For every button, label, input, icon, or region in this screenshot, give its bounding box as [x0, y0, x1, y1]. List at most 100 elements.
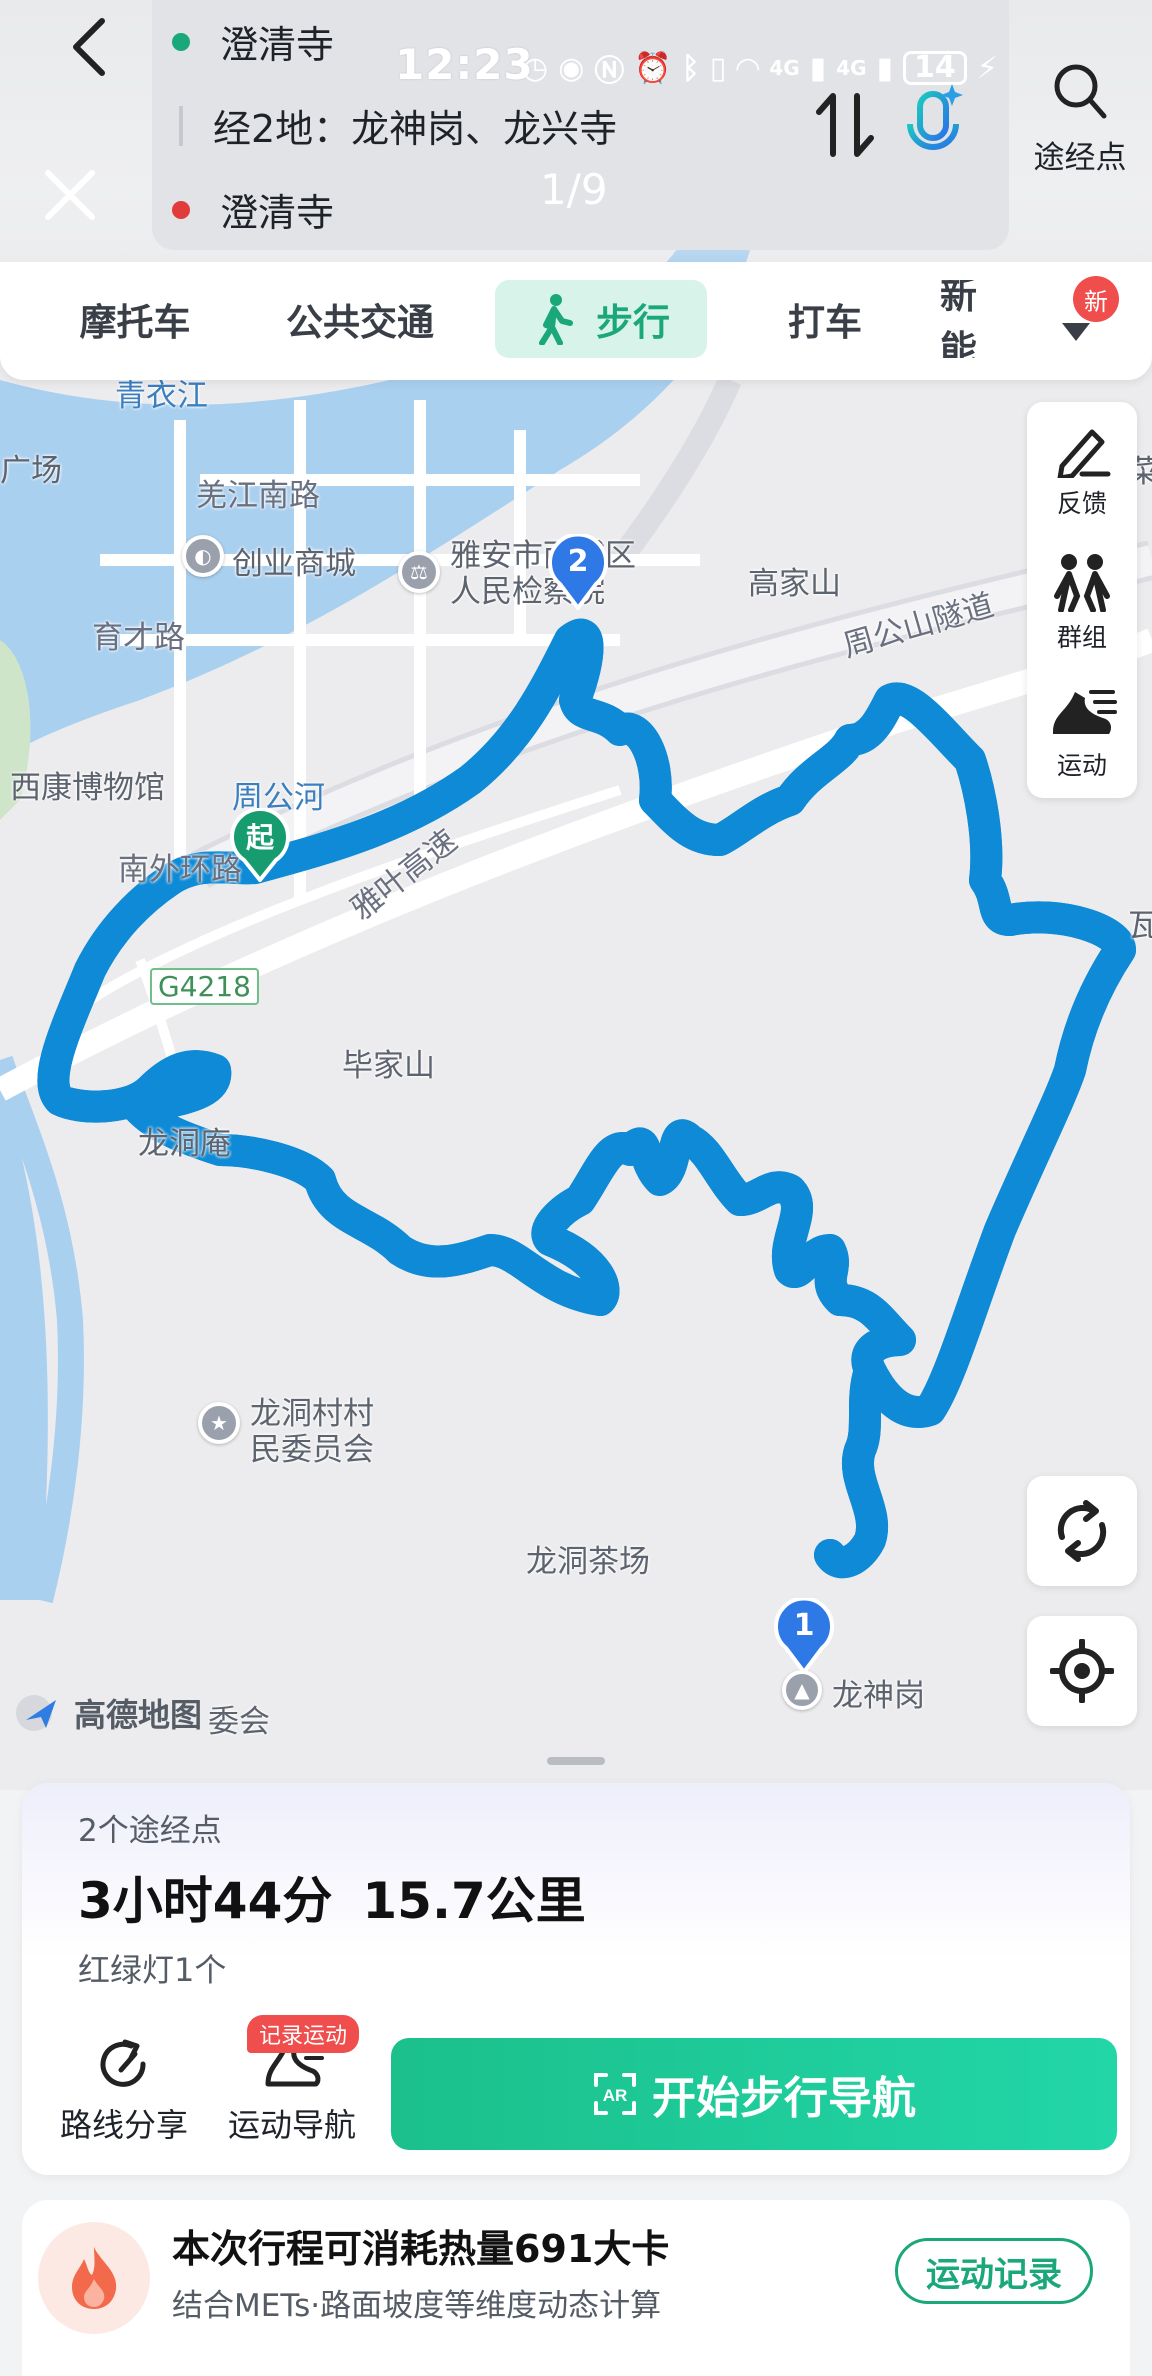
end-location-text: 澄清寺 — [220, 191, 335, 235]
map-label: 南外环路 — [118, 852, 242, 888]
map-label: 羌江南路 — [196, 478, 320, 514]
share-route-label: 路线分享 — [59, 2106, 188, 2144]
village-committee-poi-icon[interactable]: ★ — [198, 1402, 240, 1444]
share-icon — [100, 2039, 146, 2087]
nfc-icon: Ⓝ — [594, 54, 625, 89]
route-duration: 3小时44分 — [78, 1872, 333, 1930]
start-location-text: 澄清寺 — [220, 23, 335, 67]
walking-icon — [539, 294, 573, 345]
add-waypoint-button[interactable]: 途经点 — [1020, 62, 1140, 177]
tab-walking-label: 步行 — [596, 301, 670, 344]
tab-public-transit[interactable]: 公共交通 — [260, 280, 460, 358]
calorie-title: 本次行程可消耗热量691大卡 — [172, 2227, 670, 2271]
crosshair-icon — [1050, 1639, 1114, 1703]
divider — [179, 105, 183, 146]
calorie-card: 本次行程可消耗热量691大卡 结合METs·路面坡度等维度动态计算 运动记录 — [22, 2200, 1130, 2376]
start-dot-icon — [172, 32, 190, 51]
route-distance: 15.7公里 — [362, 1872, 586, 1930]
signal-icon: 4G — [836, 56, 867, 80]
map-label: 龙洞茶场 — [526, 1544, 650, 1580]
eye-icon: ◉ — [558, 50, 585, 86]
close-icon — [45, 170, 95, 220]
route-summary: 3小时44分 15.7公里 — [78, 1861, 616, 1933]
map-label: 创业商城 — [232, 546, 356, 582]
waypoint-count: 2个途经点 — [78, 1813, 222, 1849]
back-button[interactable] — [55, 12, 125, 82]
swap-route-button[interactable] — [815, 90, 875, 160]
map-label: 育才路 — [92, 620, 185, 656]
close-button[interactable] — [35, 160, 105, 230]
back-arrow-icon — [73, 18, 105, 76]
new-badge: 新 — [1073, 276, 1119, 322]
route-header: 澄清寺 经2地：龙神岗、龙兴寺 澄清寺 12:23 ◷ ◉ Ⓝ ⏰ ᛒ ▯ ◠ … — [0, 0, 1152, 270]
ar-icon: AR — [594, 2073, 636, 2115]
refresh-route-button[interactable] — [1027, 1476, 1137, 1586]
start-location-row[interactable]: 澄清寺 — [172, 14, 334, 69]
status-time: 12:23 — [395, 40, 534, 89]
tab-new-energy[interactable]: 新能 — [940, 280, 1010, 358]
sport-record-button[interactable]: 运动记录 — [895, 2238, 1093, 2304]
end-location-row[interactable]: 澄清寺 — [172, 182, 334, 237]
page-indicator: 1/9 — [540, 165, 608, 214]
via-location-row[interactable]: 经2地：龙神岗、龙兴寺 — [172, 98, 617, 153]
transport-tabs: 摩托车 公共交通 步行 打车 新能 新 — [0, 262, 1152, 380]
start-marker-label: 起 — [245, 821, 274, 854]
tab-motorcycle[interactable]: 摩托车 — [50, 280, 220, 358]
search-icon — [1054, 64, 1107, 119]
sport-navigation-button[interactable]: 运动导航 — [212, 2038, 372, 2146]
route-summary-card: 2个途经点 3小时44分 15.7公里 红绿灯1个 路线分享 运动导航 记录运动 … — [22, 1783, 1130, 2175]
tab-taxi[interactable]: 打车 — [745, 280, 905, 358]
sport-navigation-label: 运动导航 — [227, 2106, 356, 2144]
tab-walking[interactable]: 步行 — [495, 280, 707, 358]
start-walking-navigation-button[interactable]: AR 开始步行导航 — [391, 2038, 1117, 2150]
running-shoe-icon — [1053, 690, 1117, 734]
waypoint-marker-2[interactable]: 2 — [548, 532, 608, 612]
add-waypoint-label: 途经点 — [1033, 140, 1127, 176]
map-label: 民委员会 — [250, 1432, 374, 1468]
swap-icon — [816, 93, 874, 157]
signal-bars-icon: ▮ — [876, 50, 894, 86]
map-label: 委会 — [208, 1704, 270, 1740]
via-location-text: 经2地：龙神岗、龙兴寺 — [213, 107, 618, 151]
map-label: 西康博物馆 — [10, 770, 165, 806]
shop-poi-icon[interactable]: ◐ — [182, 535, 224, 577]
start-walking-navigation-label: 开始步行导航 — [652, 2073, 916, 2124]
end-dot-icon — [172, 200, 190, 219]
signal-icon: 4G — [769, 56, 800, 80]
pen-icon — [1057, 429, 1111, 481]
sheet-drag-handle[interactable] — [547, 1757, 605, 1765]
svg-text:AR: AR — [603, 2086, 628, 2105]
feedback-button[interactable]: 反馈 — [1027, 422, 1137, 520]
calorie-description: 结合METs·路面坡度等维度动态计算 — [172, 2288, 662, 2324]
locate-me-button[interactable] — [1027, 1616, 1137, 1726]
traffic-light-count: 红绿灯1个 — [78, 1951, 227, 1989]
record-sport-badge: 记录运动 — [247, 2015, 360, 2053]
alarm-icon: ⏰ — [634, 50, 672, 86]
refresh-icon — [1057, 1500, 1107, 1562]
amap-logo: 高德地图 — [12, 1690, 202, 1736]
microphone-icon — [907, 84, 963, 160]
map-tools: 反馈 群组 运动 — [1027, 402, 1137, 798]
charging-icon: ⚡ — [976, 50, 998, 86]
group-button[interactable]: 群组 — [1027, 552, 1137, 654]
group-icon — [1054, 554, 1110, 613]
court-poi-icon[interactable]: ⚖ — [398, 551, 440, 593]
voice-input-button[interactable] — [900, 80, 970, 170]
start-marker[interactable]: 起 — [230, 807, 290, 884]
bluetooth-icon: ᛒ — [681, 50, 700, 86]
vibrate-icon: ▯ — [709, 50, 727, 86]
signal-bars-icon: ▮ — [809, 50, 827, 86]
map-label: 广场 — [0, 453, 62, 489]
mountain-poi-icon[interactable]: ▲ — [782, 1670, 822, 1710]
map-label: 龙洞庵 — [138, 1126, 231, 1162]
map-label: 毕家山 — [342, 1048, 435, 1084]
sport-button[interactable]: 运动 — [1027, 684, 1137, 782]
amap-logo-icon — [16, 1695, 56, 1731]
waypoint-marker-1[interactable]: 1 — [774, 1596, 834, 1676]
highway-shield: G4218 — [150, 968, 259, 1005]
speed-icon: ◷ — [522, 50, 549, 86]
chevron-down-icon[interactable] — [1058, 317, 1094, 347]
map-label: 瓦 — [1128, 908, 1152, 944]
share-route-button[interactable]: 路线分享 — [44, 2038, 204, 2146]
fire-icon — [38, 2222, 150, 2334]
